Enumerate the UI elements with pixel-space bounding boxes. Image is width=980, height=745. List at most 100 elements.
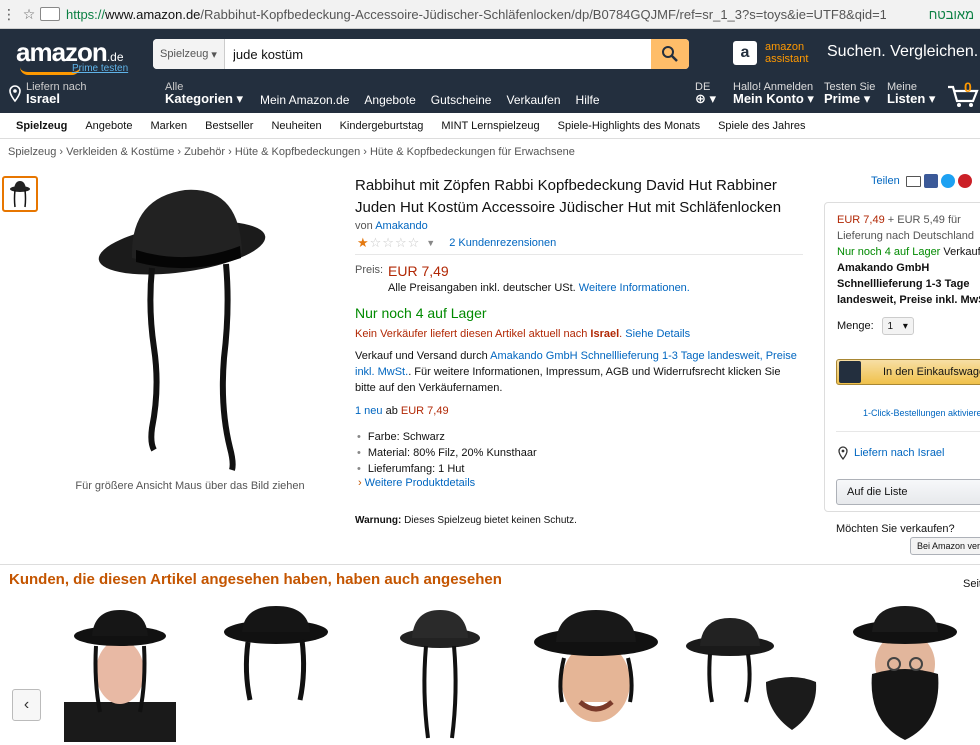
- subnav-item-brands[interactable]: Marken: [150, 120, 187, 132]
- one-click-link[interactable]: 1-Click-Bestellungen aktivieren: [863, 408, 980, 418]
- buybox-divider: [836, 431, 980, 432]
- price-value: EUR 7,49: [388, 263, 449, 279]
- recommendation-item[interactable]: [222, 602, 330, 705]
- rating-row: ★☆☆☆☆ ▼ 2 Kundenrezensionen: [357, 235, 556, 251]
- zoom-hint: Für größere Ansicht Maus über das Bild z…: [75, 480, 305, 492]
- share-bar: Teilen: [871, 174, 972, 188]
- nav-link-my-amazon[interactable]: Mein Amazon.de: [260, 93, 349, 107]
- search-category-dropdown[interactable]: Spielzeug ▾: [153, 39, 225, 69]
- rating-dropdown-icon[interactable]: ▼: [426, 238, 435, 248]
- share-link[interactable]: Teilen: [871, 175, 900, 187]
- seller-info: Verkauf und Versand durch Amakando GmbH …: [355, 350, 797, 394]
- buy-box: EUR 7,49 + EUR 5,49 für Lieferung nach D…: [824, 202, 980, 512]
- search-input[interactable]: [225, 39, 651, 69]
- subnav-item-toys[interactable]: Spielzeug: [16, 120, 67, 132]
- rabbi-hat-image: [98, 189, 266, 471]
- vat-note: Alle Preisangaben inkl. deutscher USt. W…: [388, 282, 690, 294]
- feature-bullets: Farbe: Schwarz Material: 80% Filz, 20% K…: [357, 429, 537, 477]
- recommendation-item[interactable]: [64, 602, 176, 745]
- page-info-icon[interactable]: [40, 7, 60, 21]
- language-selector[interactable]: DE ⊕ ▾: [695, 81, 716, 105]
- recommendation-item[interactable]: [398, 602, 482, 745]
- carousel-page-label: Seite: [963, 578, 980, 590]
- reviews-link[interactable]: 2 Kundenrezensionen: [449, 237, 556, 249]
- amazon-smile-icon: [20, 67, 80, 75]
- feature-bullet: Farbe: Schwarz: [357, 429, 537, 445]
- star-rating[interactable]: ★☆☆☆☆: [357, 235, 420, 251]
- cart-count: 0: [964, 79, 972, 95]
- buybox-price: EUR 7,49 + EUR 5,49 für Lieferung nach D…: [837, 214, 974, 242]
- twitter-icon[interactable]: [940, 174, 955, 188]
- browser-menu-icon[interactable]: ⋮: [0, 6, 18, 23]
- hat-with-model-image: [534, 610, 658, 722]
- url-field[interactable]: https://www.amazon.de/Rabbihut-Kopfbedec…: [66, 7, 886, 22]
- nav-link-help[interactable]: Hilfe: [576, 93, 600, 107]
- subnav-item-birthday[interactable]: Kindergeburtstag: [340, 120, 424, 132]
- subnav-item-bestseller[interactable]: Bestseller: [205, 120, 253, 132]
- nav-links: Mein Amazon.de Angebote Gutscheine Verka…: [260, 93, 600, 107]
- recommendation-item[interactable]: [684, 602, 820, 745]
- image-thumbnail[interactable]: [2, 176, 38, 212]
- product-title: Rabbihut mit Zöpfen Rabbi Kopfbedeckung …: [355, 177, 782, 216]
- hat-with-beard-image: [853, 606, 957, 740]
- new-offers: 1 neu ab EUR 7,49: [355, 405, 449, 417]
- nav-link-deals[interactable]: Angebote: [364, 93, 415, 107]
- nav-link-sell[interactable]: Verkaufen: [506, 93, 560, 107]
- sell-question: Möchten Sie verkaufen?: [836, 523, 955, 535]
- bookmark-star-icon[interactable]: ☆: [18, 6, 40, 23]
- chevron-right-icon: ›: [358, 477, 362, 489]
- carousel-prev-button[interactable]: ‹: [12, 689, 41, 721]
- facebook-icon[interactable]: [923, 174, 938, 188]
- main-product-image[interactable]: [90, 178, 290, 478]
- nav-link-coupons[interactable]: Gutscheine: [431, 93, 492, 107]
- hat-image: [400, 610, 480, 739]
- cart-icon: [839, 361, 861, 383]
- new-offers-link[interactable]: 1 neu: [355, 405, 383, 417]
- feature-bullet: Lieferumfang: 1 Hut: [357, 461, 537, 477]
- more-info-link[interactable]: Weitere Informationen.: [579, 282, 690, 294]
- hat-image: [224, 606, 328, 701]
- amazon-logo[interactable]: amazon.de Prime testen: [16, 37, 136, 77]
- brand-link[interactable]: Amakando: [375, 220, 428, 232]
- hat-thumbnail-image: [10, 181, 30, 208]
- recommendation-item[interactable]: [850, 602, 960, 745]
- quantity-select[interactable]: 1 ▾: [881, 317, 914, 335]
- location-pin-icon: [838, 446, 848, 460]
- add-to-cart-button[interactable]: In den Einkaufswagen: [836, 359, 980, 385]
- cart-icon: [948, 85, 979, 107]
- safety-warning: Warnung: Dieses Spielzeug bietet keinen …: [355, 515, 577, 526]
- subnav-item-mint[interactable]: MINT Lernspielzeug: [441, 120, 539, 132]
- add-to-list-button[interactable]: Auf die Liste: [836, 479, 980, 505]
- location-pin-icon: [9, 85, 21, 103]
- brand-byline: von Amakando: [355, 220, 428, 232]
- recommendation-item[interactable]: [528, 602, 664, 745]
- price-label: Preis:: [355, 264, 384, 276]
- all-categories-menu[interactable]: Alle Kategorien ▾: [165, 81, 243, 105]
- search-icon: [662, 46, 678, 62]
- subnav-item-deals[interactable]: Angebote: [85, 120, 132, 132]
- buybox-availability: Nur noch 4 auf Lager Verkauf Amakando Gm…: [837, 246, 980, 306]
- sell-on-amazon-button[interactable]: Bei Amazon verkaufen: [910, 537, 980, 555]
- shipping-warning: Kein Verkäufer liefert diesen Artikel ak…: [355, 328, 691, 340]
- subnav-item-highlights[interactable]: Spiele-Highlights des Monats: [558, 120, 700, 132]
- search-bar: Spielzeug ▾: [153, 39, 689, 69]
- email-icon[interactable]: [905, 175, 921, 187]
- lists-menu[interactable]: Meine Listen ▾: [887, 81, 935, 105]
- prime-test-link[interactable]: Prime testen: [72, 63, 128, 74]
- more-product-details[interactable]: › Weitere Produktdetails: [358, 477, 475, 489]
- deliver-to-location[interactable]: Liefern nach Israel: [8, 81, 87, 105]
- subnav-item-new[interactable]: Neuheiten: [271, 120, 321, 132]
- pinterest-icon[interactable]: [957, 174, 972, 188]
- subnav-item-games-of-year[interactable]: Spiele des Jahres: [718, 120, 805, 132]
- account-menu[interactable]: Hallo! Anmelden Mein Konto ▾: [733, 81, 814, 105]
- search-button[interactable]: [651, 39, 689, 69]
- ship-to-location[interactable]: Liefern nach Israel: [837, 446, 945, 460]
- amazon-assistant-badge[interactable]: a amazon assistant: [733, 41, 808, 65]
- breadcrumb[interactable]: Spielzeug › Verkleiden & Kostüme › Zubeh…: [8, 146, 575, 158]
- hat-with-model-image: [64, 610, 176, 742]
- availability: Nur noch 4 auf Lager: [355, 305, 487, 321]
- see-details-link[interactable]: Siehe Details: [625, 328, 690, 340]
- cart-button[interactable]: 0: [946, 79, 980, 109]
- prime-menu[interactable]: Testen Sie Prime ▾: [824, 81, 875, 105]
- hat-and-beard-image: [686, 618, 817, 730]
